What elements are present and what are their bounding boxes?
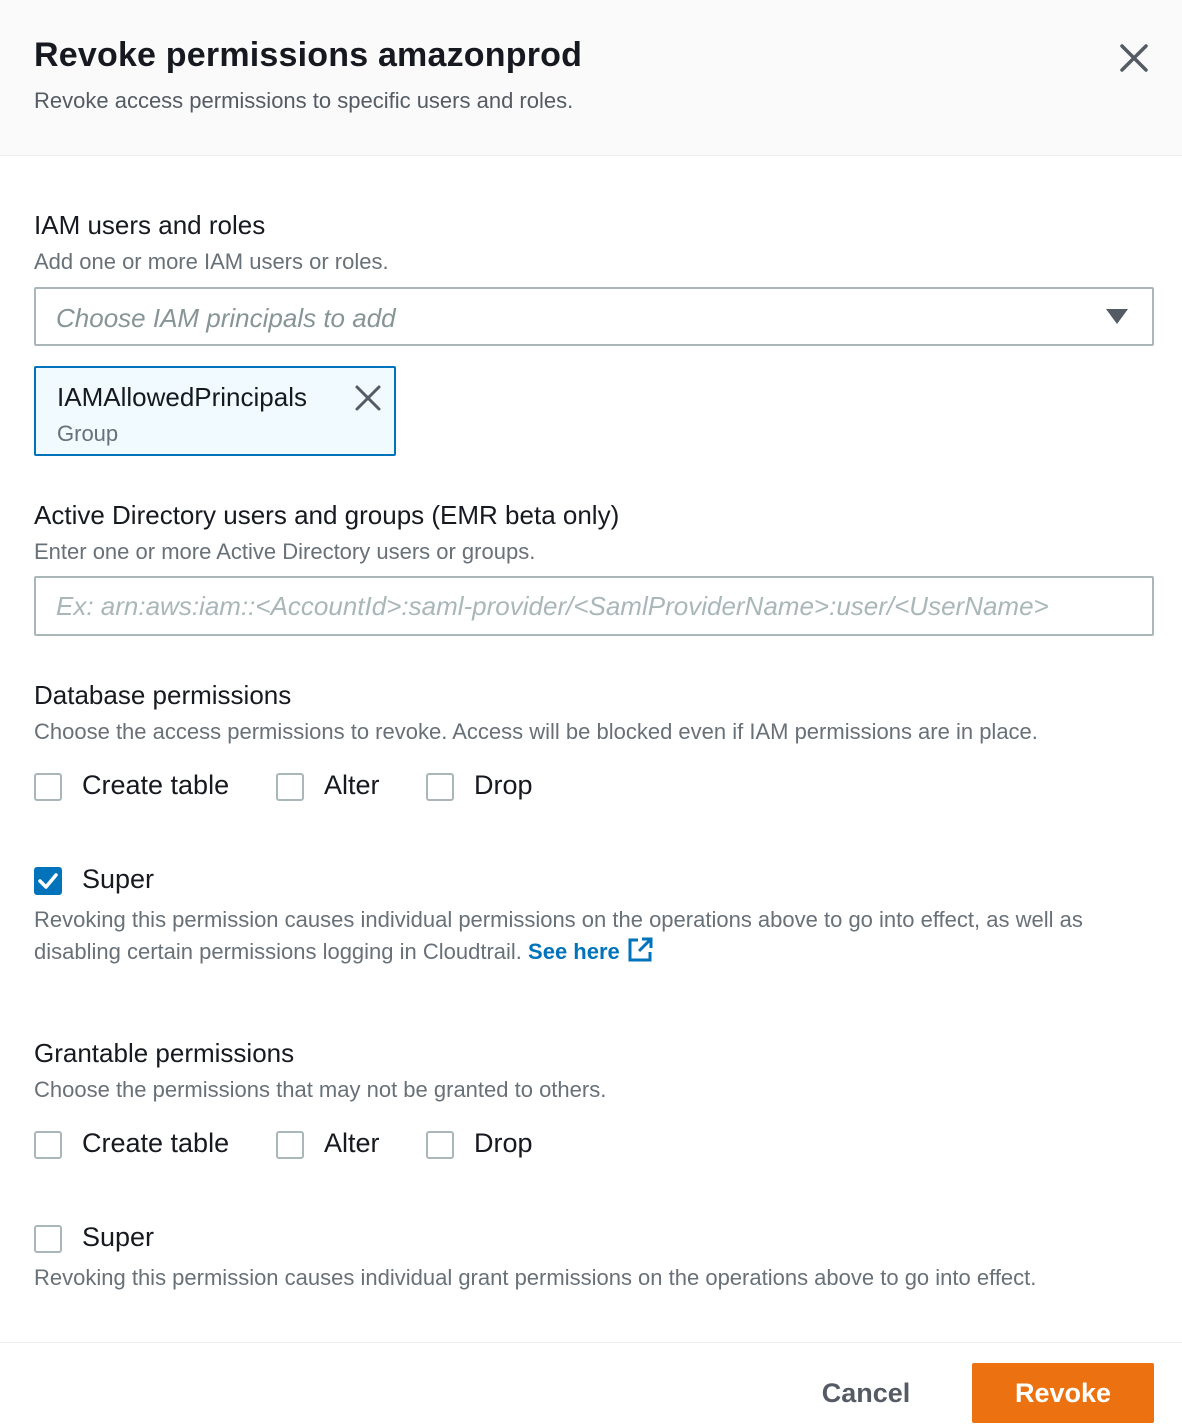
caret-down-icon	[1106, 309, 1128, 324]
db-super-checkbox[interactable]	[34, 867, 62, 895]
grant-super-checkbox[interactable]	[34, 1225, 62, 1253]
grant-alter-label[interactable]: Alter	[324, 1128, 380, 1159]
database-permissions-options: Create table Alter Drop	[34, 770, 734, 804]
dialog-footer: Cancel Revoke	[0, 1342, 1182, 1426]
iam-section-label: IAM users and roles	[34, 210, 266, 240]
cancel-button[interactable]: Cancel	[796, 1363, 936, 1423]
grant-create-table-checkbox[interactable]	[34, 1131, 62, 1159]
database-permissions-label: Database permissions	[34, 680, 292, 710]
database-permissions-description: Choose the access permissions to revoke.…	[34, 719, 1038, 744]
close-button[interactable]	[1114, 38, 1154, 78]
iam-principals-select[interactable]: Choose IAM principals to add	[34, 287, 1154, 346]
dialog-subtitle: Revoke access permissions to specific us…	[34, 88, 574, 113]
revoke-button[interactable]: Revoke	[972, 1363, 1154, 1423]
db-alter-checkbox[interactable]	[276, 773, 304, 801]
principal-token-name: IAMAllowedPrincipals	[57, 382, 307, 412]
external-link-icon	[628, 937, 653, 962]
grant-super-option: Super	[34, 1222, 334, 1256]
db-alter-label[interactable]: Alter	[324, 770, 380, 801]
db-super-option: Super	[34, 864, 334, 898]
iam-principals-placeholder: Choose IAM principals to add	[56, 303, 396, 333]
checkmark-icon	[38, 873, 58, 889]
grant-super-help: Revoking this permission causes individu…	[34, 1265, 1037, 1290]
grant-super-label[interactable]: Super	[82, 1222, 154, 1253]
db-super-help: Revoking this permission causes individu…	[34, 904, 1144, 968]
active-directory-label: Active Directory users and groups (EMR b…	[34, 500, 620, 530]
grant-create-table-label[interactable]: Create table	[82, 1128, 229, 1159]
db-drop-label[interactable]: Drop	[474, 770, 533, 801]
principal-token-type: Group	[57, 421, 119, 446]
close-icon	[355, 385, 381, 411]
db-super-label[interactable]: Super	[82, 864, 154, 895]
grantable-permissions-description: Choose the permissions that may not be g…	[34, 1077, 607, 1102]
grantable-permissions-label: Grantable permissions	[34, 1038, 295, 1068]
db-create-table-checkbox[interactable]	[34, 773, 62, 801]
grant-alter-checkbox[interactable]	[276, 1131, 304, 1159]
dialog-header: Revoke permissions amazonprod Revoke acc…	[0, 0, 1182, 156]
active-directory-input[interactable]	[34, 576, 1154, 636]
see-here-link[interactable]: See here	[528, 937, 654, 964]
iam-section-description: Add one or more IAM users or roles.	[34, 249, 389, 274]
principal-token: IAMAllowedPrincipals Group	[34, 366, 396, 456]
see-here-link-text: See here	[528, 939, 620, 964]
remove-token-button[interactable]	[352, 382, 384, 414]
db-drop-checkbox[interactable]	[426, 773, 454, 801]
active-directory-description: Enter one or more Active Directory users…	[34, 539, 536, 564]
close-icon	[1120, 44, 1148, 72]
grantable-permissions-options: Create table Alter Drop	[34, 1128, 734, 1162]
grant-drop-label[interactable]: Drop	[474, 1128, 533, 1159]
dialog-title: Revoke permissions amazonprod	[34, 36, 583, 74]
grant-drop-checkbox[interactable]	[426, 1131, 454, 1159]
db-create-table-label[interactable]: Create table	[82, 770, 229, 801]
